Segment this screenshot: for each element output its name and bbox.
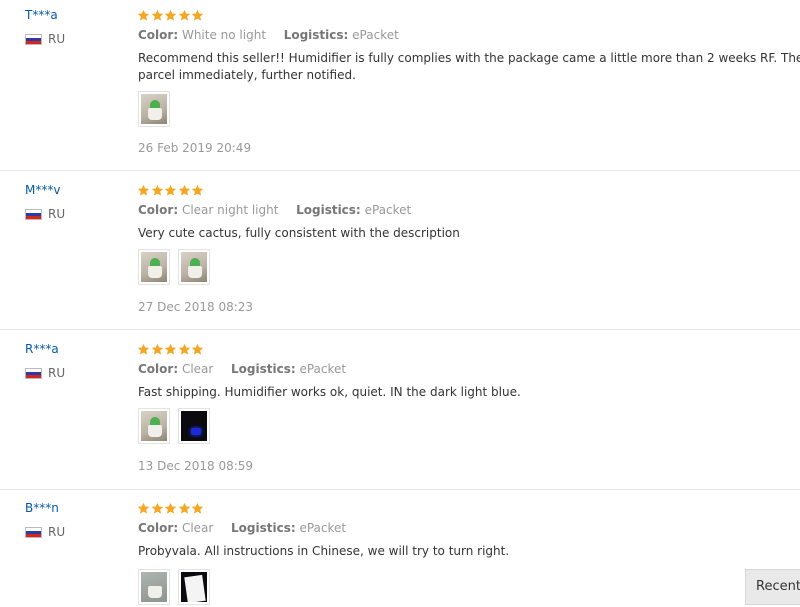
review-text: Fast shipping. Humidifier works ok, quie… [138, 384, 800, 401]
star-icon [178, 502, 191, 515]
color-label: Color: [138, 362, 179, 376]
review-item: T***a RU Color: White no light Logistics… [0, 0, 800, 171]
review-photos [138, 408, 210, 444]
review-photo-thumbnail[interactable] [138, 569, 170, 605]
review-text: Recommend this seller!! Humidifier is fu… [138, 50, 800, 84]
review-photo-thumbnail[interactable] [138, 408, 170, 444]
review-photo-thumbnail[interactable] [138, 91, 170, 127]
star-icon [164, 502, 177, 515]
review-photos [138, 569, 210, 605]
photo-blue-night-light [181, 411, 207, 441]
star-rating [137, 9, 205, 22]
reviewer-name[interactable]: M***v [25, 183, 60, 197]
photo-cactus-humidifier [141, 94, 167, 124]
color-label: Color: [138, 521, 179, 535]
star-icon [178, 343, 191, 356]
country-code: RU [48, 366, 66, 380]
star-rating [137, 184, 205, 197]
star-icon [137, 502, 150, 515]
russia-flag-icon [25, 208, 42, 220]
review-date: 27 Dec 2018 08:23 [138, 300, 254, 314]
star-icon [191, 502, 204, 515]
reviewer-country: RU [25, 207, 65, 221]
review-text-line: Fast shipping. Humidifier works ok, quie… [138, 385, 521, 399]
review-text-line: Very cute cactus, fully consistent with … [138, 226, 460, 240]
review-photo-thumbnail[interactable] [138, 249, 170, 285]
logistics-value: ePacket [299, 362, 347, 376]
color-label: Color: [138, 203, 179, 217]
russia-flag-icon [25, 367, 42, 379]
star-icon [151, 502, 164, 515]
review-photo-thumbnail[interactable] [178, 249, 210, 285]
reviewer-name[interactable]: R***a [25, 342, 59, 356]
photo-cactus-humidifier [181, 252, 207, 282]
recently-viewed-tab[interactable]: Recently [745, 569, 800, 605]
review-photo-thumbnail[interactable] [178, 408, 210, 444]
logistics-label: Logistics: [231, 362, 296, 376]
review-item: M***v RU Color: Clear night light Logist… [0, 175, 800, 330]
order-meta: Color: White no light Logistics: ePacket [138, 28, 399, 42]
photo-humidifier-box [141, 572, 167, 602]
logistics-label: Logistics: [231, 521, 296, 535]
reviewer-country: RU [25, 32, 65, 46]
logistics-label: Logistics: [283, 28, 349, 42]
logistics-value: ePacket [364, 203, 412, 217]
color-label: Color: [138, 28, 179, 42]
photo-cactus-humidifier [141, 252, 167, 282]
star-icon [191, 184, 204, 197]
review-text-line: Probyvala. All instructions in Chinese, … [138, 544, 510, 558]
color-value: Clear night light [181, 203, 279, 217]
review-text-line: Recommend this seller!! Humidifier is fu… [138, 51, 800, 65]
russia-flag-icon [25, 33, 42, 45]
photo-cactus-humidifier [141, 411, 167, 441]
star-icon [191, 343, 204, 356]
logistics-value: ePacket [299, 521, 347, 535]
review-photos [138, 91, 170, 127]
star-icon [191, 9, 204, 22]
star-rating [137, 343, 205, 356]
country-code: RU [48, 32, 66, 46]
star-icon [151, 343, 164, 356]
review-photos [138, 249, 210, 285]
order-meta: Color: Clear Logistics: ePacket [138, 362, 346, 376]
reviewer-country: RU [25, 366, 65, 380]
country-code: RU [48, 207, 66, 221]
reviewer-name[interactable]: B***n [25, 501, 59, 515]
country-code: RU [48, 525, 66, 539]
star-icon [164, 343, 177, 356]
review-date: 26 Feb 2019 20:49 [138, 141, 252, 155]
order-meta: Color: Clear Logistics: ePacket [138, 521, 346, 535]
star-icon [178, 9, 191, 22]
review-text: Very cute cactus, fully consistent with … [138, 225, 800, 242]
star-icon [151, 184, 164, 197]
logistics-label: Logistics: [296, 203, 361, 217]
reviewer-country: RU [25, 525, 65, 539]
reviewer-name[interactable]: T***a [25, 8, 58, 22]
review-item: R***a RU Color: Clear Logistics: ePacket… [0, 334, 800, 490]
star-icon [137, 184, 150, 197]
russia-flag-icon [25, 526, 42, 538]
order-meta: Color: Clear night light Logistics: ePac… [138, 203, 411, 217]
review-photo-thumbnail[interactable] [178, 569, 210, 605]
color-value: White no light [181, 28, 267, 42]
review-text-line: parcel immediately, further notified. [138, 68, 356, 82]
star-icon [178, 184, 191, 197]
star-icon [151, 9, 164, 22]
color-value: Clear [181, 362, 214, 376]
star-icon [164, 184, 177, 197]
star-icon [137, 343, 150, 356]
star-icon [164, 9, 177, 22]
photo-instruction-sheet [181, 572, 207, 602]
star-icon [137, 9, 150, 22]
star-rating [137, 502, 205, 515]
review-item: B***n RU Color: Clear Logistics: ePacket… [0, 493, 800, 607]
logistics-value: ePacket [352, 28, 399, 42]
color-value: Clear [181, 521, 214, 535]
review-text: Probyvala. All instructions in Chinese, … [138, 543, 800, 560]
review-date: 13 Dec 2018 08:59 [138, 459, 254, 473]
